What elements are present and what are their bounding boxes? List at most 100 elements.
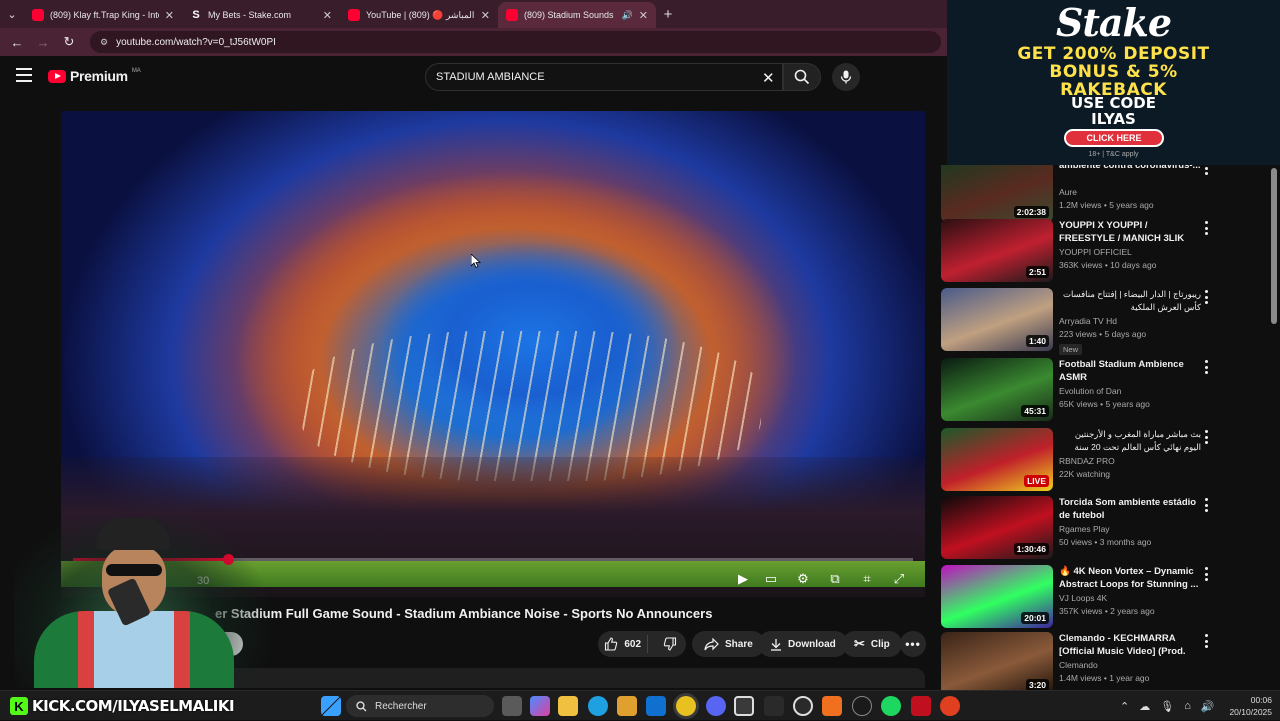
speaker-icon[interactable]: 🔊 [622,10,633,21]
close-tab-icon[interactable]: ✕ [165,9,174,22]
back-button[interactable]: ← [6,31,28,53]
ad-click-here-button[interactable]: CLICK HERE [1064,129,1164,147]
recommendation-item[interactable]: 1:40 ريبورتاج | الدار البيضاء | إفتتاح من… [941,288,1271,355]
recommendation-title[interactable]: YOUPPI X YOUPPI / FREESTYLE / MANICH 3LI… [1059,219,1201,245]
chrome-icon[interactable] [676,696,696,716]
channel-name[interactable]: Rgames Play [1059,524,1110,534]
video-thumbnail[interactable]: 45:31 [941,358,1053,421]
forward-button[interactable]: → [32,31,54,53]
recommendation-title[interactable]: Football Stadium Ambience ASMR [1059,358,1201,384]
outlook-icon[interactable] [646,696,666,716]
more-vertical-icon[interactable] [1201,165,1211,175]
recommendation-item[interactable]: LIVE بث مباشر مباراة المغرب و الأرجنتين ا… [941,428,1271,492]
cast-icon[interactable]: ⌗ [857,569,877,589]
channel-name[interactable]: YOUPPI OFFICIEL [1059,247,1132,257]
photos-icon[interactable] [734,696,754,716]
steam-icon[interactable] [852,696,872,716]
recommendation-title[interactable]: 🔥 4K Neon Vortex – Dynamic Abstract Loop… [1059,565,1201,591]
discord-icon[interactable] [706,696,726,716]
clear-search-icon[interactable]: ✕ [762,69,775,87]
copilot-icon[interactable] [530,696,550,716]
recommendation-title[interactable]: ambiente contra coronavirus-... [1059,165,1201,172]
channel-name[interactable]: Aure [1059,187,1077,197]
more-vertical-icon[interactable] [1201,221,1211,235]
search-button[interactable] [783,63,821,91]
browser-tab-1[interactable]: (809) Klay ft.Trap King - Intergo ✕ [24,2,182,28]
autoplay-toggle-icon[interactable]: ▶ [733,569,753,589]
brave-icon[interactable] [940,696,960,716]
youtube-premium-logo[interactable]: Premium MA [48,68,141,84]
taskbar-search-box[interactable]: Rechercher [346,695,494,717]
more-vertical-icon[interactable] [1201,567,1211,581]
settings-gear-icon[interactable]: ⚙ [793,569,813,589]
recommendation-item[interactable]: 3:20 Clemando - KECHMARRA [Official Music… [941,632,1271,690]
more-vertical-icon[interactable] [1201,430,1211,444]
recommendation-item[interactable]: 2:02:38 ambiente contra coronavirus-... Au… [941,165,1271,223]
video-thumbnail[interactable]: 3:20 [941,632,1053,690]
edge-icon[interactable] [588,696,608,716]
share-button[interactable]: Share [692,631,765,657]
close-tab-icon[interactable]: ✕ [481,9,490,22]
more-vertical-icon[interactable] [1201,360,1211,374]
cards-app-icon[interactable] [911,696,931,716]
more-vertical-icon[interactable] [1201,498,1211,512]
recommendation-title[interactable]: بث مباشر مباراة المغرب و الأرجنتين اليوم… [1059,428,1201,454]
controller-icon[interactable] [764,696,784,716]
video-thumbnail[interactable]: 20:01 [941,565,1053,628]
miniplayer-icon[interactable]: ⧉ [825,569,845,589]
video-thumbnail[interactable]: 1:30:46 [941,496,1053,559]
windows-start-icon[interactable] [321,696,341,716]
spotify-icon[interactable] [881,696,901,716]
browser-tab-4-active[interactable]: (809) Stadium Sounds - Sou 🔊 ✕ [498,2,656,28]
task-view-icon[interactable] [502,696,522,716]
channel-name[interactable]: Evolution of Dan [1059,386,1121,396]
stake-ad-banner[interactable]: Stake GET 200% DEPOSIT BONUS & 5% RAKEBA… [947,0,1280,165]
clip-button[interactable]: ✂ Clip [842,631,902,657]
store-icon[interactable] [617,696,637,716]
recommendation-title[interactable]: Torcida Som ambiente estádio de futebol [1059,496,1201,522]
tray-mic-icon[interactable]: 🎙 [1160,700,1174,713]
more-vertical-icon[interactable] [1201,290,1211,304]
channel-name[interactable]: VJ Loops 4K [1059,593,1107,603]
subtitles-icon[interactable]: ▭ [761,569,781,589]
close-tab-icon[interactable]: ✕ [639,9,648,22]
search-input[interactable]: STADIUM AMBIANCE [425,63,783,91]
volume-icon[interactable]: 🔊 [1201,700,1215,713]
tray-chevron-up-icon[interactable]: ⌃ [1120,700,1129,713]
recommendation-title[interactable]: ريبورتاج | الدار البيضاء | إفتتاح منافسا… [1059,288,1201,314]
close-tab-icon[interactable]: ✕ [323,9,332,22]
dislike-button[interactable] [654,637,686,651]
sidebar-scrollbar[interactable] [1271,168,1277,324]
more-vertical-icon[interactable] [1201,634,1211,648]
recommendation-item[interactable]: 45:31 Football Stadium Ambience ASMR Evolu… [941,358,1271,422]
address-bar[interactable]: ⚙ youtube.com/watch?v=0_tJ56tW0PI [90,31,941,53]
tab-search-chevron-icon[interactable]: ⌄ [0,0,24,28]
browser-tab-2[interactable]: S My Bets - Stake.com ✕ [182,2,340,28]
app-icon[interactable] [822,696,842,716]
channel-name[interactable]: Clemando [1059,660,1098,670]
taskbar-clock[interactable]: 00:06 20/10/2025 [1222,694,1272,718]
recommendation-item[interactable]: 20:01 🔥 4K Neon Vortex – Dynamic Abstract… [941,565,1271,629]
channel-name[interactable]: RBNDAZ PRO [1059,456,1115,466]
video-thumbnail[interactable]: 2:02:38 [941,165,1053,222]
menu-hamburger-icon[interactable] [16,68,32,82]
site-info-icon[interactable]: ⚙ [100,37,108,48]
file-explorer-icon[interactable] [558,696,578,716]
video-thumbnail[interactable]: 2:51 [941,219,1053,282]
channel-name[interactable]: Arryadia TV Hd [1059,316,1117,326]
recommendation-item[interactable]: 2:51 YOUPPI X YOUPPI / FREESTYLE / MANICH… [941,219,1271,283]
reload-button[interactable]: ↻ [58,31,80,53]
browser-tab-3[interactable]: YouTube | البث المباشر 🔴 (809) ✕ [340,2,498,28]
fullscreen-icon[interactable]: ⤢ [889,569,909,589]
network-icon[interactable]: ⌂ [1184,700,1191,712]
voice-search-button[interactable] [832,63,860,91]
like-button[interactable]: 602 [598,635,649,653]
obs-icon[interactable] [793,696,813,716]
new-tab-button[interactable]: + [656,6,680,23]
recommendation-title[interactable]: Clemando - KECHMARRA [Official Music Vid… [1059,632,1201,658]
recommendation-item[interactable]: 1:30:46 Torcida Som ambiente estádio de f… [941,496,1271,560]
video-thumbnail[interactable]: LIVE [941,428,1053,491]
video-thumbnail[interactable]: 1:40 [941,288,1053,351]
cloud-icon[interactable]: ☁ [1139,700,1150,713]
download-button[interactable]: Download [758,631,848,657]
